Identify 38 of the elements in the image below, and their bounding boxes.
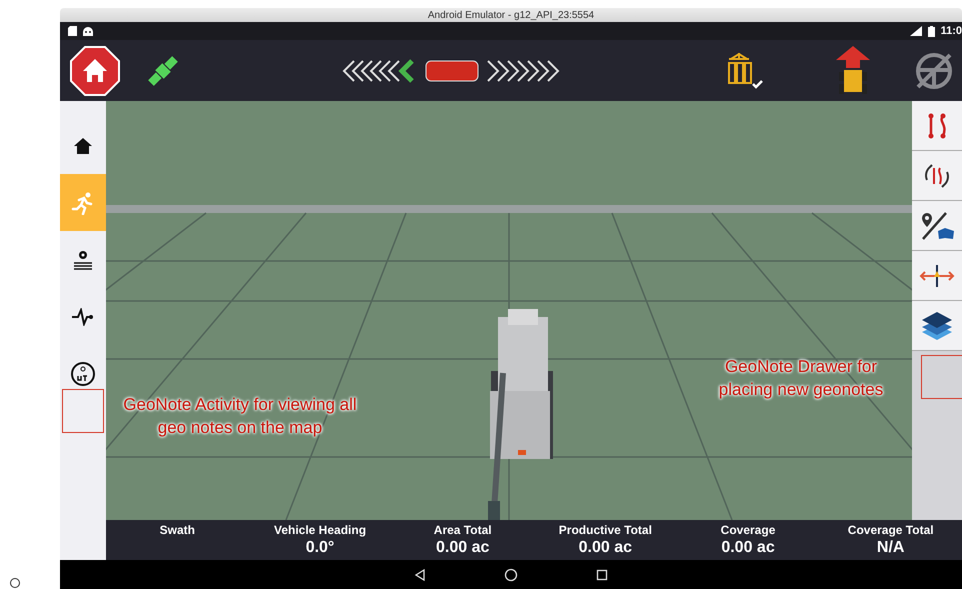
guidance-line-icon	[926, 112, 948, 138]
home-icon	[70, 46, 120, 96]
highlight-frame	[921, 355, 962, 399]
stat-value: 0.00 ac	[578, 539, 632, 557]
sd-card-icon	[68, 26, 77, 36]
layers-icon	[921, 310, 953, 340]
status-time: 11:0	[940, 25, 962, 37]
stat-value: N/A	[876, 539, 904, 557]
annotation-text: GeoNote Activity for viewing all geo notes on the map	[122, 394, 358, 439]
home-circle-icon[interactable]	[504, 568, 518, 582]
home-icon	[74, 138, 92, 154]
runner-icon	[71, 190, 95, 214]
back-icon[interactable]	[414, 568, 426, 580]
stat-label: Coverage	[720, 523, 776, 537]
pin-area-icon	[920, 210, 954, 240]
cycle-lines-icon	[922, 162, 952, 190]
annotation-text: GeoNote Drawer for placing new geonotes	[718, 356, 884, 401]
stat-value: 0.00 ac	[436, 539, 490, 557]
recents-icon[interactable]	[596, 568, 608, 580]
highlight-frame	[62, 389, 104, 433]
signal-icon	[910, 26, 922, 36]
stat-label: Swath	[160, 523, 195, 537]
stat-label: Area Total	[434, 523, 492, 537]
home-button[interactable]	[70, 46, 120, 96]
stat-value: 0.0°	[306, 539, 334, 557]
stat-label: Coverage Total	[848, 523, 934, 537]
ut-icon	[70, 360, 96, 386]
pulse-icon	[72, 308, 94, 326]
shift-icon	[919, 264, 955, 288]
implement-icon[interactable]	[726, 50, 764, 90]
field-settings-icon	[72, 248, 94, 270]
stat-label: Vehicle Heading	[274, 523, 366, 537]
android-icon	[83, 26, 93, 36]
stat-label: Productive Total	[558, 523, 652, 537]
circle-icon	[9, 577, 21, 589]
stat-value: 0.00 ac	[721, 539, 775, 557]
window-title: Android Emulator - g12_API_23:5554	[428, 10, 594, 20]
battery-icon	[928, 26, 935, 36]
